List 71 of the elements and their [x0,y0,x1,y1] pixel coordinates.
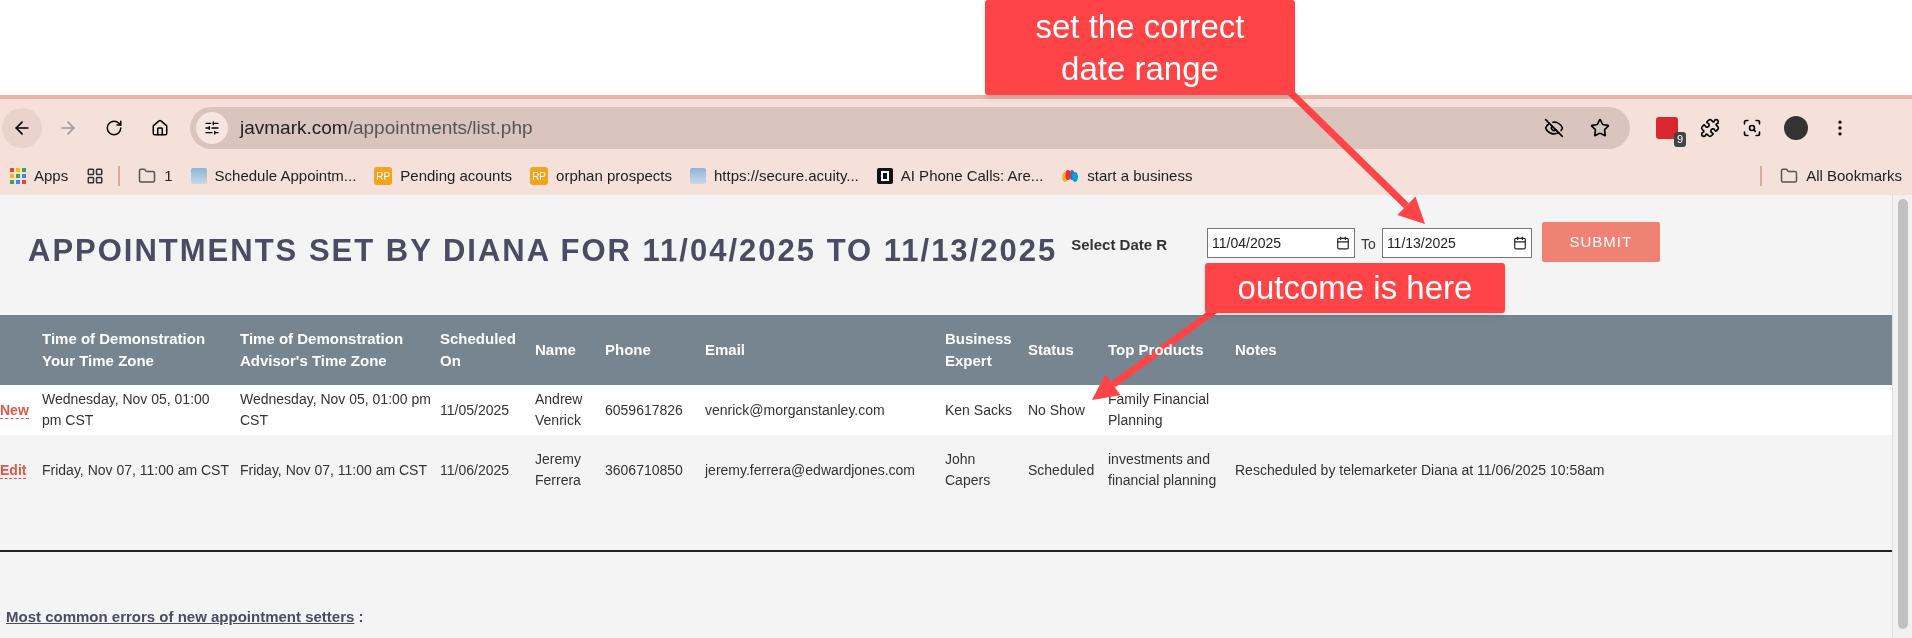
to-date-field[interactable]: 11/13/2025 [1381,228,1532,258]
table-cell: Wednesday, Nov 05, 01:00 pm CST [240,391,431,428]
bookmark-badge: RP [530,167,549,185]
address-bar[interactable]: javmark.com/appointments/list.php [190,107,1630,149]
calendar-icon[interactable] [1512,236,1527,250]
site-settings-icon[interactable] [196,112,228,144]
table-cell: investments and financial planning [1108,451,1217,488]
date-range-label: Select Date R [1071,235,1168,255]
table-cell: Friday, Nov 07, 11:00 am CST [240,461,427,478]
table-cell: jeremy.ferrera@edwardjones.com [705,461,916,478]
table-cell: Andrew Venrick [535,391,583,428]
extension-icon[interactable] [1656,117,1678,139]
bookmark-badge: RP [374,167,393,185]
to-label: To [1361,235,1376,254]
folder-icon [138,167,157,185]
column-header: Phone [605,340,651,360]
table-cell: 11/05/2025 [440,401,510,418]
column-header: Notes [1235,340,1277,360]
table-cell: Ken Sacks [945,401,1012,418]
reload-icon [105,119,123,137]
column-header: Time of Demonstration Advisor's Time Zone [240,329,405,371]
errors-suffix: : [357,608,364,625]
all-bookmarks-item[interactable]: All Bookmarks [1780,164,1902,188]
column-header: Email [705,340,746,360]
extensions-icon[interactable] [1700,118,1720,138]
url-text: javmark.com/appointments/list.php [240,115,534,140]
table-cell: Wednesday, Nov 05, 01:00 pm CST [42,391,210,428]
bookmark-item[interactable]: RP Pending acounts [374,164,513,188]
apps-icon [10,168,26,184]
callout: set the correct date range [985,0,1295,95]
column-header: Status [1028,340,1074,360]
bookmark-item[interactable]: AI Phone Calls: Are... [876,164,1044,188]
peacock-icon [1061,169,1080,183]
table-cell: No Show [1028,401,1085,418]
bookmark-item[interactable]: RP orphan prospects [530,164,672,188]
bookmark-item[interactable]: Schedule Appointm... [190,164,357,188]
from-date-field[interactable]: 11/04/2025 [1207,228,1356,258]
column-header: Business Expert [945,329,1013,371]
row-action-link[interactable]: New [0,401,29,419]
extension-badge: 9 [1673,132,1686,147]
calendar-icon[interactable] [1336,236,1351,250]
film-icon [876,168,893,184]
table-cell: Jeremy Ferrera [535,451,581,488]
eye-off-icon[interactable] [1544,118,1564,138]
page-icon [190,168,207,184]
grid-icon[interactable] [86,167,105,185]
page-icon [690,168,706,184]
column-header: Name [535,340,576,360]
table-cell: Scheduled [1028,461,1095,478]
table-cell: venrick@morganstanley.com [705,401,885,418]
table-cell: Rescheduled by telemarketer Diana at 11/06/2025 10:58am [1235,461,1605,478]
table-cell: 11/06/2025 [440,461,510,478]
back-button[interactable] [2,108,42,148]
table-cell: Friday, Nov 07, 11:00 am CST [42,461,229,478]
column-header: Scheduled On [440,329,517,371]
bookmark-item[interactable]: https://secure.acuity... [690,164,859,188]
page-title: APPOINTMENTS SET BY DIANA FOR 11/04/2025 TO 11/13/2025 [28,232,1058,270]
table-cell: 6059617826 [605,401,683,418]
profile-avatar[interactable] [1784,116,1808,140]
table-cell: 3606710850 [605,461,683,478]
errors-link[interactable]: Most common errors of new appointment setters [6,608,355,625]
search-tabs-icon[interactable] [1742,118,1762,138]
callout: outcome is here [1205,263,1505,313]
folder-icon [1780,167,1799,185]
home-icon [151,119,169,137]
bookmark-item[interactable]: Apps [10,164,69,188]
bookmark-item[interactable]: start a business [1061,164,1193,188]
column-header: Time of Demonstration Your Time Zone [42,329,207,371]
bookmark-item[interactable]: 1 [138,164,173,188]
bookmark-star-icon[interactable] [1590,118,1610,138]
table-cell: John Capers [945,451,991,488]
